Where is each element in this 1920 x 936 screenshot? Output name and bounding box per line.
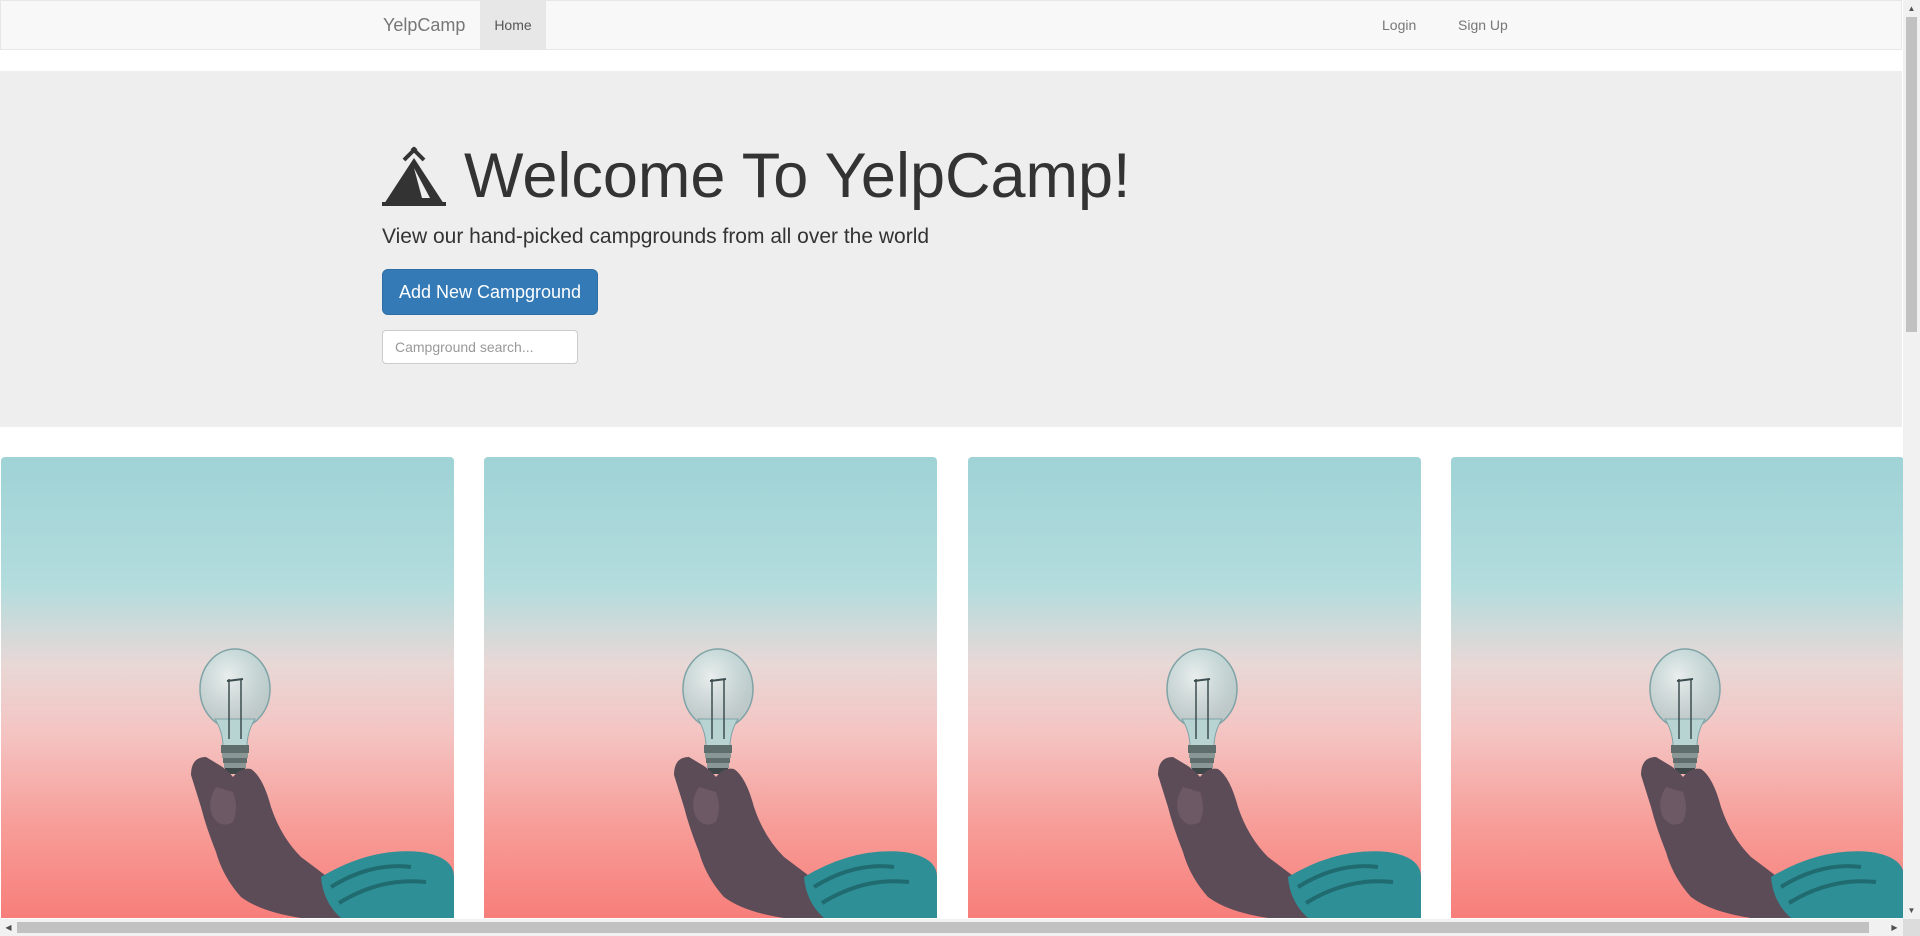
scroll-up-arrow-icon[interactable]: ▲	[1903, 0, 1920, 17]
campground-image[interactable]	[1451, 457, 1904, 918]
brand-link[interactable]: YelpCamp	[383, 1, 465, 50]
campground-card[interactable]	[484, 457, 937, 918]
scroll-right-arrow-icon[interactable]: ▶	[1886, 919, 1903, 936]
campground-search-input[interactable]	[382, 330, 578, 364]
scroll-left-arrow-icon[interactable]: ◀	[0, 919, 17, 936]
page-title: Welcome To YelpCamp!	[464, 141, 1131, 211]
vertical-scroll-thumb[interactable]	[1906, 17, 1917, 332]
nav-signup-link[interactable]: Sign Up	[1458, 1, 1508, 50]
nav-login-link[interactable]: Login	[1382, 1, 1416, 50]
scrollbar-corner	[1903, 919, 1920, 936]
campground-card[interactable]	[1451, 457, 1904, 918]
vertical-scrollbar[interactable]: ▲ ▼	[1903, 0, 1920, 919]
campground-card[interactable]	[968, 457, 1421, 918]
campground-image[interactable]	[1, 457, 454, 918]
navbar-container: YelpCamp Home Login Sign Up	[368, 1, 1538, 51]
jumbotron-container: Welcome To YelpCamp! View our hand-picke…	[382, 71, 1522, 427]
scroll-down-arrow-icon[interactable]: ▼	[1903, 902, 1920, 919]
jumbotron: Welcome To YelpCamp! View our hand-picke…	[0, 71, 1902, 427]
campground-image[interactable]	[484, 457, 937, 918]
horizontal-scrollbar[interactable]: ◀ ▶	[0, 919, 1903, 936]
campground-card[interactable]	[1, 457, 454, 918]
nav-home-link[interactable]: Home	[480, 1, 546, 50]
navbar: YelpCamp Home Login Sign Up	[0, 0, 1902, 50]
page: YelpCamp Home Login Sign Up Welcome To Y…	[0, 0, 1920, 936]
page-subtitle: View our hand-picked campgrounds from al…	[382, 225, 930, 248]
horizontal-scroll-thumb[interactable]	[17, 922, 1869, 933]
tent-icon	[382, 146, 446, 206]
campground-image[interactable]	[968, 457, 1421, 918]
welcome-heading: Welcome To YelpCamp!	[382, 136, 1131, 216]
add-campground-button[interactable]: Add New Campground	[382, 269, 598, 315]
